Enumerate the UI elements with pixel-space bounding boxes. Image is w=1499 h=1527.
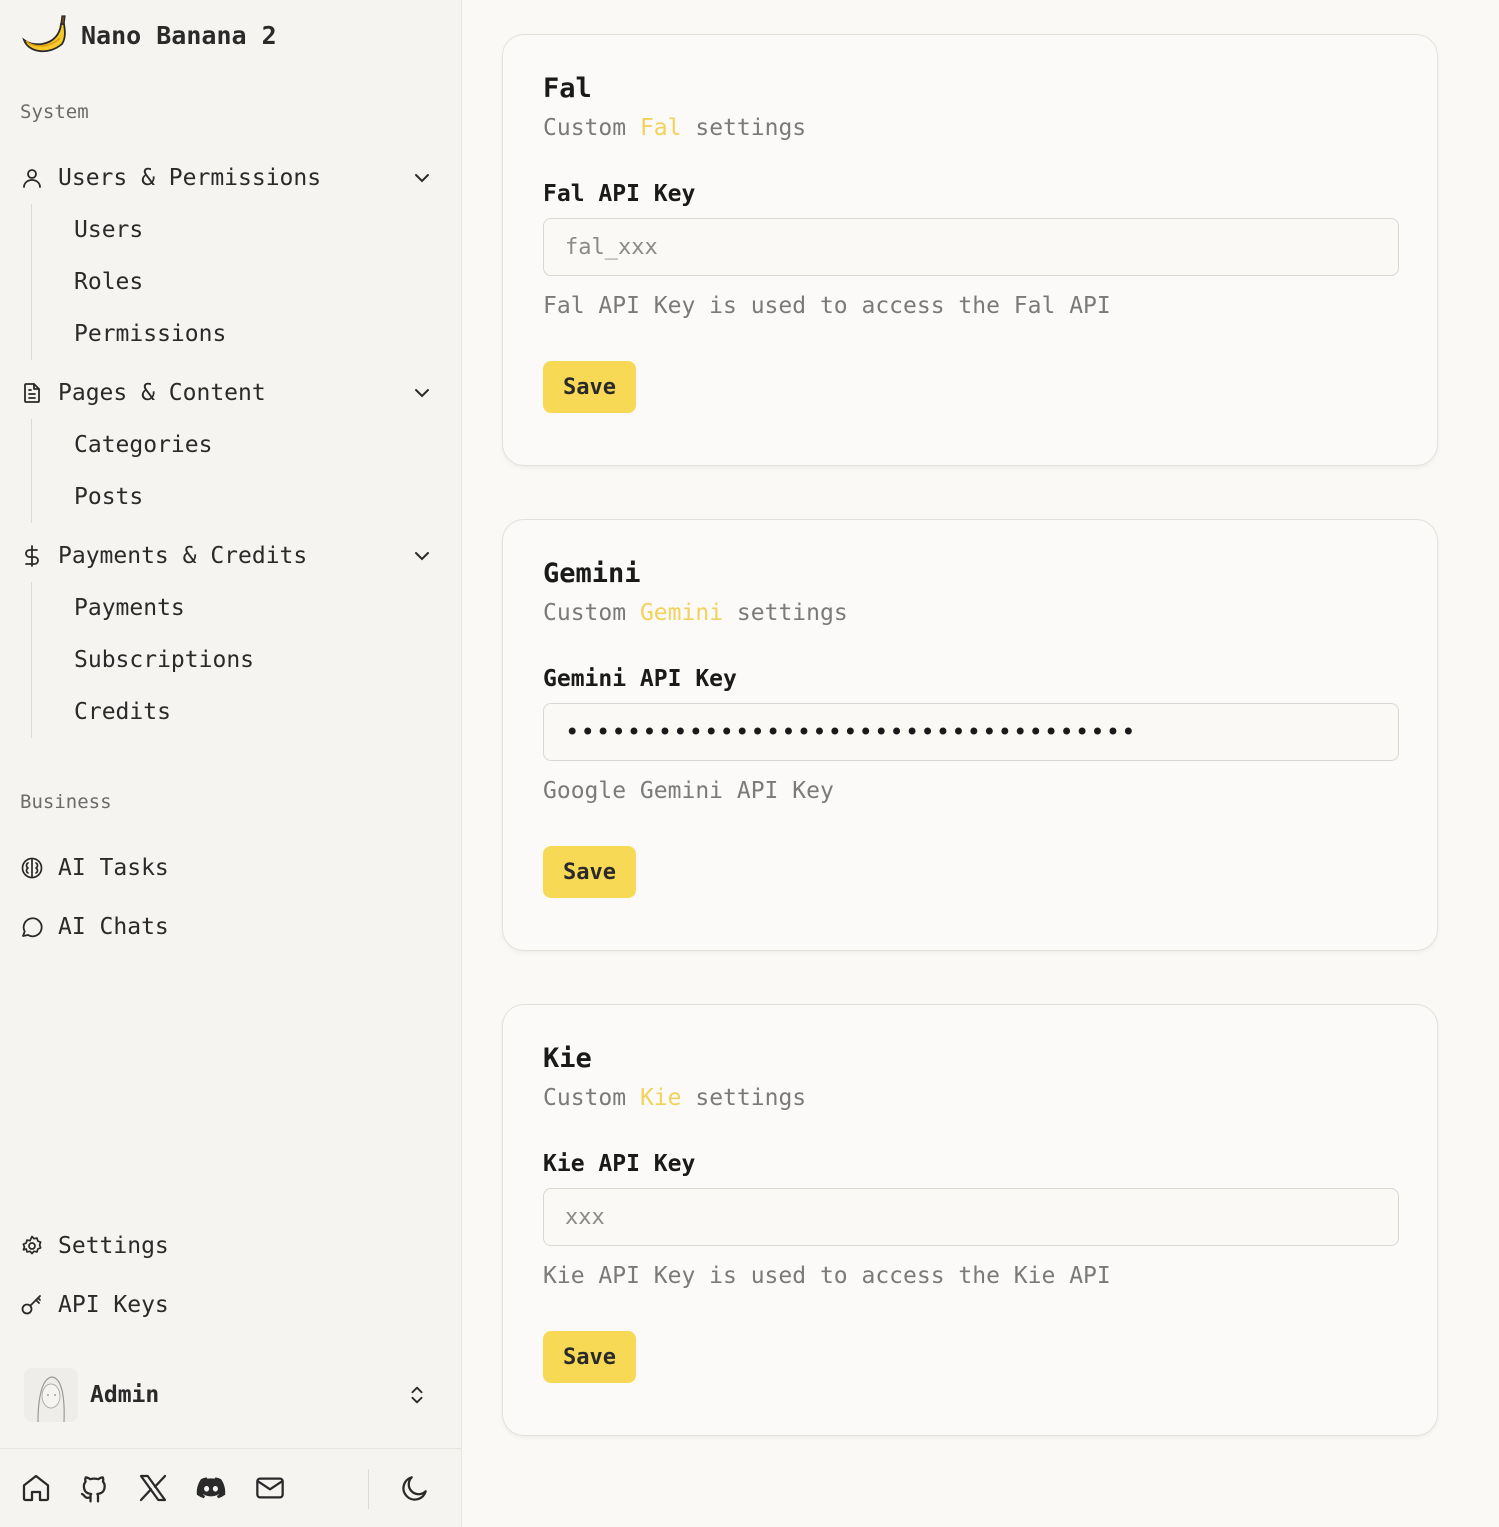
sidebar-item-api-keys[interactable]: API Keys <box>18 1285 169 1325</box>
card-title: Gemini <box>543 558 641 589</box>
card-subtitle: Custom Kie settings <box>543 1085 806 1111</box>
nav-head-label: Payments & Credits <box>58 543 308 569</box>
sidebar-item-ai-chats[interactable]: AI Chats <box>18 907 169 947</box>
chevron-down-icon[interactable] <box>410 544 434 568</box>
nav-head-label: Pages & Content <box>58 380 266 406</box>
mail-icon[interactable] <box>253 1471 287 1505</box>
field-help: Google Gemini API Key <box>543 778 834 804</box>
sidebar-item-subscriptions[interactable]: Subscriptions <box>74 634 438 686</box>
field-help: Fal API Key is used to access the Fal AP… <box>543 293 1111 319</box>
sidebar-item-label: AI Chats <box>58 914 169 940</box>
card-title: Fal <box>543 73 592 104</box>
sidebar-item-posts[interactable]: Posts <box>74 471 438 523</box>
user-name: Admin <box>90 1382 160 1408</box>
brand[interactable]: Nano Banana 2 <box>18 10 277 60</box>
card-title: Kie <box>543 1043 592 1074</box>
chevron-down-icon[interactable] <box>410 381 434 405</box>
card-subtitle: Custom Fal settings <box>543 115 806 141</box>
nav-group-payments-credits: Payments & Credits Payments Subscription… <box>18 536 438 738</box>
chat-bubble-icon <box>18 913 46 941</box>
sub-list-pages-content: Categories Posts <box>31 419 438 523</box>
nav-head-users-permissions[interactable]: Users & Permissions <box>18 158 438 198</box>
subtitle-prefix: Custom <box>543 1085 627 1111</box>
subtitle-suffix: settings <box>695 1085 807 1111</box>
field-help: Kie API Key is used to access the Kie AP… <box>543 1263 1111 1289</box>
kie-api-key-input[interactable] <box>543 1188 1399 1246</box>
user-icon <box>18 164 46 192</box>
chevrons-up-down-icon <box>411 1386 423 1404</box>
subtitle-suffix: settings <box>736 600 848 626</box>
sidebar-item-credits[interactable]: Credits <box>74 686 438 738</box>
github-icon[interactable] <box>77 1471 111 1505</box>
sidebar-item-users[interactable]: Users <box>74 204 438 256</box>
sidebar-footer <box>0 1448 461 1527</box>
nav-group-pages-content: Pages & Content Categories Posts <box>18 373 438 523</box>
moon-icon[interactable] <box>398 1471 432 1505</box>
user-menu[interactable]: Admin <box>24 1366 438 1424</box>
sidebar-item-permissions[interactable]: Permissions <box>74 308 438 360</box>
save-button[interactable]: Save <box>543 361 636 413</box>
field-label: Gemini API Key <box>543 666 737 692</box>
sidebar-item-categories[interactable]: Categories <box>74 419 438 471</box>
field-label: Fal API Key <box>543 181 696 207</box>
chevron-down-icon[interactable] <box>410 166 434 190</box>
gemini-api-key-input[interactable] <box>543 703 1399 761</box>
sidebar-item-roles[interactable]: Roles <box>74 256 438 308</box>
nav-head-label: Users & Permissions <box>58 165 322 191</box>
subtitle-highlight: Fal <box>639 115 682 141</box>
home-icon[interactable] <box>19 1471 53 1505</box>
sidebar: Nano Banana 2 System Users & Permissions… <box>0 0 462 1527</box>
sidebar-item-payments[interactable]: Payments <box>74 582 438 634</box>
settings-card-gemini: Gemini Custom Gemini settings Gemini API… <box>502 519 1438 951</box>
x-icon[interactable] <box>136 1471 170 1505</box>
sidebar-item-settings[interactable]: Settings <box>18 1226 169 1266</box>
gear-icon <box>18 1232 46 1260</box>
footer-divider <box>368 1469 369 1509</box>
dollar-icon <box>18 542 46 570</box>
save-button[interactable]: Save <box>543 1331 636 1383</box>
discord-icon[interactable] <box>194 1471 228 1505</box>
field-label: Kie API Key <box>543 1151 696 1177</box>
card-subtitle: Custom Gemini settings <box>543 600 848 626</box>
sidebar-item-label: AI Tasks <box>58 855 169 881</box>
section-label-system: System <box>20 101 89 123</box>
subtitle-prefix: Custom <box>543 600 627 626</box>
nav-head-payments-credits[interactable]: Payments & Credits <box>18 536 438 576</box>
subtitle-prefix: Custom <box>543 115 627 141</box>
sidebar-item-label: API Keys <box>58 1292 169 1318</box>
file-text-icon <box>18 379 46 407</box>
avatar <box>24 1368 78 1422</box>
sidebar-item-label: Settings <box>58 1233 169 1259</box>
save-button[interactable]: Save <box>543 846 636 898</box>
key-icon <box>18 1291 46 1319</box>
section-label-business: Business <box>20 791 112 813</box>
brand-name: Nano Banana 2 <box>81 20 277 50</box>
subtitle-highlight: Kie <box>639 1085 682 1111</box>
settings-card-fal: Fal Custom Fal settings Fal API Key Fal … <box>502 34 1438 466</box>
sub-list-payments-credits: Payments Subscriptions Credits <box>31 582 438 738</box>
subtitle-suffix: settings <box>695 115 807 141</box>
brain-icon <box>18 854 46 882</box>
banana-icon <box>22 15 66 53</box>
settings-card-kie: Kie Custom Kie settings Kie API Key Kie … <box>502 1004 1438 1436</box>
nav-group-users-permissions: Users & Permissions Users Roles Permissi… <box>18 158 438 360</box>
subtitle-highlight: Gemini <box>639 600 724 626</box>
nav-head-pages-content[interactable]: Pages & Content <box>18 373 438 413</box>
sidebar-item-ai-tasks[interactable]: AI Tasks <box>18 848 169 888</box>
sub-list-users-permissions: Users Roles Permissions <box>31 204 438 360</box>
fal-api-key-input[interactable] <box>543 218 1399 276</box>
